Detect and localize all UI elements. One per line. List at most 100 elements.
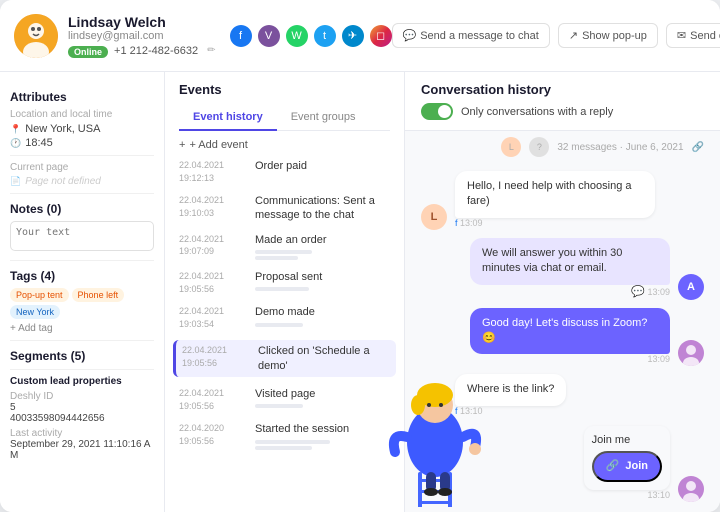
user-info: Lindsay Welch lindsey@gmail.com Online +… — [68, 14, 216, 58]
location-icon: 📍 — [10, 124, 21, 135]
agent-avatar3 — [678, 476, 704, 502]
social-icons: f V W t ✈ ◻ — [230, 25, 392, 47]
message-time: f 13:10 — [455, 406, 566, 416]
event-item[interactable]: 22.04.202119:10:03 Communications: Sent … — [179, 194, 390, 223]
events-title: Events — [179, 82, 390, 97]
send-email-button[interactable]: ✉ Send email — [666, 23, 720, 48]
event-name: Demo made — [255, 305, 315, 319]
attributes-title: Attributes — [10, 90, 154, 104]
deshly-value: 540033598094442656 — [10, 402, 154, 424]
tag-popup-tent[interactable]: Pop-up tent — [10, 288, 69, 302]
notes-input[interactable] — [10, 221, 154, 251]
event-name: Visited page — [255, 387, 315, 401]
message-row: Join me 🔗 Join 13:10 — [421, 426, 704, 502]
join-label: Join — [625, 459, 648, 474]
viber-icon[interactable]: V — [258, 25, 280, 47]
add-tag-button[interactable]: + Add tag — [10, 323, 154, 334]
facebook-icon[interactable]: f — [230, 25, 252, 47]
whatsapp-icon[interactable]: W — [286, 25, 308, 47]
current-page-value: 📄 Page not defined — [10, 176, 154, 187]
chat-channel-icon: 💬 — [631, 286, 645, 298]
location-value: 📍 New York, USA — [10, 123, 154, 135]
event-name: Proposal sent — [255, 270, 322, 284]
message-count: 32 messages · June 6, 2021 — [557, 142, 683, 153]
app-window: Lindsay Welch lindsey@gmail.com Online +… — [0, 0, 720, 512]
conversation-header: Conversation history Only conversations … — [405, 72, 720, 131]
events-panel: Events Event history Event groups + + Ad… — [165, 72, 405, 512]
add-event-button[interactable]: + + Add event — [165, 131, 404, 159]
join-link-icon: 🔗 — [606, 459, 620, 474]
conversation-filter: Only conversations with a reply — [421, 103, 704, 120]
conversation-meta: L ? 32 messages · June 6, 2021 🔗 — [405, 131, 720, 163]
event-time: 22.04.202019:05:56 — [179, 422, 247, 449]
twitter-icon[interactable]: t — [314, 25, 336, 47]
agent-avatar: A — [678, 274, 704, 300]
tab-event-history[interactable]: Event history — [179, 105, 277, 131]
event-item-selected[interactable]: 22.04.202119:05:56 Clicked on 'Schedule … — [173, 340, 396, 377]
message-bubble: Where is the link? — [455, 374, 566, 405]
event-time: 22.04.202119:12:13 — [179, 159, 247, 184]
user-email: lindsey@gmail.com — [68, 30, 216, 42]
event-item[interactable]: 22.04.202119:07:09 Made an order — [179, 233, 390, 260]
user-avatar: L — [421, 392, 447, 418]
telegram-icon[interactable]: ✈ — [342, 25, 364, 47]
event-name: Made an order — [255, 233, 327, 247]
conversation-panel: Conversation history Only conversations … — [405, 72, 720, 512]
tag-phone-left[interactable]: Phone left — [72, 288, 125, 302]
event-time: 22.04.202119:07:09 — [179, 233, 247, 260]
message-time: 💬 13:09 — [470, 285, 670, 298]
event-item[interactable]: 22.04.202119:05:56 Proposal sent — [179, 270, 390, 295]
main-layout: Attributes Location and local time 📍 New… — [0, 72, 720, 512]
header: Lindsay Welch lindsey@gmail.com Online +… — [0, 0, 720, 72]
tags-title: Tags (4) — [10, 269, 154, 283]
sidebar: Attributes Location and local time 📍 New… — [0, 72, 165, 512]
message-bubble: Good day! Let's discuss in Zoom? 😊 — [470, 308, 670, 355]
events-list: 22.04.202119:12:13 Order paid 22.04.2021… — [165, 159, 404, 512]
event-time: 22.04.202119:05:56 — [182, 344, 250, 373]
user-phone: +1 212-482-6632 — [114, 45, 198, 57]
email-icon: ✉ — [677, 29, 686, 42]
avatar-small2: ? — [529, 137, 549, 157]
status-badge: Online — [68, 46, 108, 58]
event-name: Communications: Sent a message to the ch… — [255, 194, 390, 223]
event-item[interactable]: 22.04.202119:12:13 Order paid — [179, 159, 390, 184]
event-item[interactable]: 22.04.202119:05:56 Visited page — [179, 387, 390, 412]
message-row: L Where is the link? f 13:10 — [421, 374, 704, 417]
event-time: 22.04.202119:05:56 — [179, 270, 247, 295]
show-popup-button[interactable]: ↗ Show pop-up — [558, 23, 658, 48]
events-header: Events Event history Event groups — [165, 72, 404, 131]
notes-title: Notes (0) — [10, 202, 154, 216]
instagram-icon[interactable]: ◻ — [370, 25, 392, 47]
popup-icon: ↗ — [569, 29, 578, 42]
deshly-label: Deshly ID — [10, 391, 154, 402]
message-bubble: Hello, I need help with choosing a fare) — [455, 171, 655, 218]
message-time: 13:10 — [647, 490, 670, 500]
message-row: L Hello, I need help with choosing a far… — [421, 171, 704, 230]
current-page-label: Current page — [10, 162, 154, 173]
last-activity-value: September 29, 2021 11:10:16 AM — [10, 439, 154, 461]
location-label: Location and local time — [10, 109, 154, 120]
event-item[interactable]: 22.04.202119:03:54 Demo made — [179, 305, 390, 330]
link-icon[interactable]: 🔗 — [692, 142, 704, 153]
edit-icon[interactable]: ✏ — [207, 45, 215, 56]
send-chat-button[interactable]: 💬 Send a message to chat — [392, 23, 550, 48]
segments-title: Segments (5) — [10, 349, 154, 363]
custom-lead-title: Custom lead properties — [10, 376, 154, 387]
join-button[interactable]: 🔗 Join — [592, 451, 662, 482]
event-item[interactable]: 22.04.202019:05:56 Started the session — [179, 422, 390, 449]
agent-avatar2 — [678, 340, 704, 366]
header-actions: 💬 Send a message to chat ↗ Show pop-up ✉… — [392, 22, 720, 50]
event-time: 22.04.202119:05:56 — [179, 387, 247, 412]
chat-icon: 💬 — [403, 29, 417, 42]
conversation-messages: L Hello, I need help with choosing a far… — [405, 163, 720, 512]
tag-new-york[interactable]: New York — [10, 305, 60, 319]
avatar — [14, 14, 58, 58]
time-value: 🕐 18:45 — [10, 137, 154, 149]
clock-icon: 🕐 — [10, 138, 21, 149]
events-tabs: Event history Event groups — [179, 105, 390, 131]
plus-icon: + — [179, 139, 185, 151]
event-name: Order paid — [255, 159, 307, 173]
filter-toggle[interactable] — [421, 103, 453, 120]
event-time: 22.04.202119:03:54 — [179, 305, 247, 330]
tab-event-groups[interactable]: Event groups — [277, 105, 370, 131]
